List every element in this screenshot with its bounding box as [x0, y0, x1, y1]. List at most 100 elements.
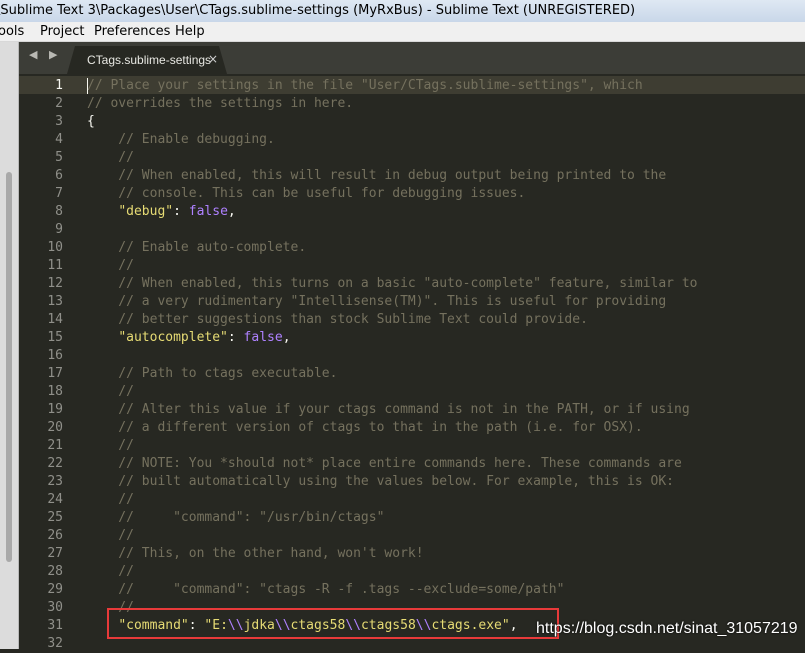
line-number: 10 [47, 240, 63, 255]
code-line: // [87, 491, 134, 509]
line-number: 11 [47, 258, 63, 273]
line-number: 28 [47, 564, 63, 579]
code-line: // This, on the other hand, won't work! [87, 545, 424, 563]
line-number: 4 [55, 132, 63, 147]
code-token: // Enable debugging. [87, 132, 275, 147]
code-line: "debug": false, [87, 203, 236, 221]
code-line: // When enabled, this will result in deb… [87, 167, 666, 185]
code-token: : [173, 204, 189, 219]
line-number: 14 [47, 312, 63, 327]
code-token: false [188, 204, 228, 219]
code-token: // better suggestions than stock Sublime… [87, 312, 588, 327]
line-number: 18 [47, 384, 63, 399]
line-number: 12 [47, 276, 63, 291]
line-number: 9 [55, 222, 63, 237]
code-line: // NOTE: You *should not* place entire c… [87, 455, 682, 473]
sidebar-scrollbar[interactable] [0, 42, 19, 649]
line-number: 1 [55, 78, 63, 93]
code-line: // When enabled, this turns on a basic "… [87, 275, 697, 293]
line-number: 25 [47, 510, 63, 525]
menu-preferences[interactable]: Preferences [94, 22, 170, 41]
code-token: // "command": "ctags -R -f .tags --exclu… [87, 582, 565, 597]
code-line: // [87, 257, 134, 275]
code-token: // overrides the settings in here. [87, 96, 354, 111]
code-token: // "command": "/usr/bin/ctags" [87, 510, 385, 525]
code-line: // "command": "/usr/bin/ctags" [87, 509, 384, 527]
code-token: // Place your settings in the file "User… [87, 78, 643, 93]
annotation-highlight-box [107, 608, 559, 639]
code-line: // [87, 563, 134, 581]
code-token: { [87, 114, 95, 129]
code-token: // console. This can be useful for debug… [87, 186, 526, 201]
close-icon[interactable]: × [208, 52, 218, 66]
line-number: 24 [47, 492, 63, 507]
menu-tools[interactable]: ools [0, 22, 24, 41]
line-number: 15 [47, 330, 63, 345]
line-number: 2 [55, 96, 63, 111]
line-number: 5 [55, 150, 63, 165]
line-number: 26 [47, 528, 63, 543]
code-token: // a very rudimentary "Intellisense(TM)"… [87, 294, 667, 309]
line-number: 27 [47, 546, 63, 561]
line-number: 8 [55, 204, 63, 219]
window-title: \Sublime Text 3\Packages\User\CTags.subl… [0, 3, 636, 18]
code-line: // "command": "ctags -R -f .tags --exclu… [87, 581, 564, 599]
code-line: // [87, 149, 134, 167]
code-token: // Path to ctags executable. [87, 366, 338, 381]
line-number: 13 [47, 294, 63, 309]
line-number: 22 [47, 456, 63, 471]
code-token: , [282, 330, 291, 345]
code-token: // [87, 438, 134, 453]
code-token: // a different version of ctags to that … [87, 420, 643, 435]
code-token: , [227, 204, 236, 219]
code-token: false [243, 330, 283, 345]
code-token: // Enable auto-complete. [87, 240, 307, 255]
title-bar: \Sublime Text 3\Packages\User\CTags.subl… [0, 0, 805, 22]
text-cursor [87, 78, 88, 94]
code-line: // better suggestions than stock Sublime… [87, 311, 588, 329]
line-number: 32 [47, 636, 63, 651]
code-view[interactable]: // Place your settings in the file "User… [87, 74, 805, 649]
menu-help[interactable]: Help [175, 22, 205, 41]
code-line: // [87, 383, 134, 401]
code-line: // overrides the settings in here. [87, 95, 353, 113]
line-number: 30 [47, 600, 63, 615]
watermark-text: https://blog.csdn.net/sinat_31057219 [536, 620, 798, 637]
line-number: 31 [47, 618, 63, 633]
code-token: // This, on the other hand, won't work! [87, 546, 424, 561]
menu-project[interactable]: Project [40, 22, 84, 41]
tab-ctags-settings[interactable]: CTags.sublime-settings × [67, 46, 227, 74]
line-number: 6 [55, 168, 63, 183]
code-token: // [87, 528, 134, 543]
menu-bar: ools Project Preferences Help [0, 22, 805, 42]
scrollbar-thumb[interactable] [6, 172, 12, 562]
code-line: // Alter this value if your ctags comman… [87, 401, 690, 419]
code-token: // [87, 258, 134, 273]
code-line: // [87, 527, 134, 545]
editor-area[interactable]: 1 2 3 4 5 6 7 8 9 10 11 12 13 14 15 16 17 18 19 20 21 22 23 24 2… [19, 74, 805, 651]
line-number-gutter: 1 2 3 4 5 6 7 8 9 10 11 12 13 14 15 16 17 18 19 20 21 22 23 24 2… [19, 74, 71, 651]
line-number: 29 [47, 582, 63, 597]
code-line: // Enable debugging. [87, 131, 275, 149]
code-line: { [87, 113, 95, 131]
code-line: // Path to ctags executable. [87, 365, 337, 383]
code-line: // built automatically using the values … [87, 473, 674, 491]
line-number: 16 [47, 348, 63, 363]
code-line: "autocomplete": false, [87, 329, 291, 347]
code-line: // a very rudimentary "Intellisense(TM)"… [87, 293, 666, 311]
tab-nav-arrows-icon[interactable]: ◀ ▶ [29, 48, 61, 61]
code-token: // NOTE: You *should not* place entire c… [87, 456, 682, 471]
code-token: // When enabled, this turns on a basic "… [87, 276, 698, 291]
tab-label: CTags.sublime-settings [87, 53, 212, 67]
line-number: 21 [47, 438, 63, 453]
code-token: // [87, 384, 134, 399]
code-token: // built automatically using the values … [87, 474, 674, 489]
code-token: // [87, 564, 134, 579]
code-line: // console. This can be useful for debug… [87, 185, 525, 203]
line-number: 19 [47, 402, 63, 417]
code-token: // Alter this value if your ctags comman… [87, 402, 690, 417]
line-number: 7 [55, 186, 63, 201]
code-token: "debug" [118, 204, 174, 219]
